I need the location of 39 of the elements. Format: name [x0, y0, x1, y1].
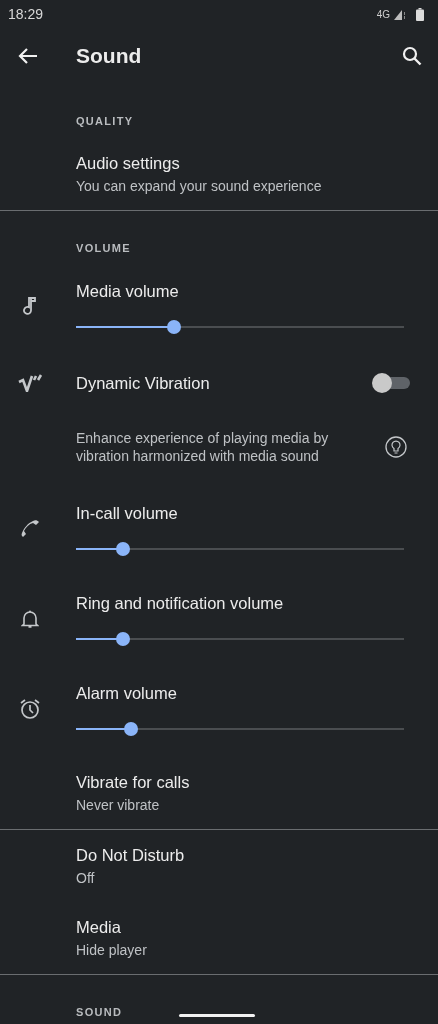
volume-slider[interactable] [76, 542, 404, 556]
slider-thumb[interactable] [167, 320, 182, 334]
signal-icon [393, 8, 407, 20]
phone-icon [20, 519, 40, 539]
section-header: QUALITY [76, 115, 134, 127]
setting-summary: Hide player [76, 942, 148, 958]
volume-label: In-call volume [76, 504, 179, 523]
section-header: VOLUME [76, 242, 131, 254]
volume-slider[interactable] [76, 632, 404, 646]
setting-title[interactable]: Media [76, 918, 404, 937]
setting-summary: You can expand your sound experience [76, 178, 323, 194]
description-text: Enhance experience of playing media by vibration harmonized with media sound [76, 429, 330, 465]
slider-thumb[interactable] [115, 542, 130, 556]
setting-title[interactable]: Vibrate for calls [76, 773, 404, 792]
vibration-icon [17, 374, 43, 392]
network-type: 4G [376, 8, 390, 20]
battery-icon [416, 7, 424, 21]
navigation-handle[interactable] [179, 1014, 255, 1017]
page-title: Sound [76, 44, 143, 68]
setting-title: Dynamic Vibration [76, 373, 210, 393]
setting-summary: Off [76, 870, 96, 886]
setting-title[interactable]: Audio settings [76, 154, 404, 173]
lightbulb-icon[interactable] [385, 436, 407, 458]
back-button[interactable] [18, 47, 38, 65]
alarm-clock-icon [19, 698, 41, 720]
section-header: SOUND [76, 1006, 123, 1018]
setting-title[interactable]: Do Not Disturb [76, 846, 404, 865]
bell-icon [21, 609, 39, 629]
volume-label: Alarm volume [76, 684, 178, 703]
slider-thumb[interactable] [124, 722, 139, 736]
volume-label: Ring and notification volume [76, 594, 285, 613]
volume-slider[interactable] [76, 320, 404, 334]
slider-thumb[interactable] [115, 632, 130, 646]
clock: 18:29 [8, 6, 44, 22]
volume-label: Media volume [76, 282, 180, 301]
search-button[interactable] [402, 46, 422, 66]
volume-slider[interactable] [76, 722, 404, 736]
music-note-icon [23, 297, 37, 317]
setting-summary: Never vibrate [76, 797, 161, 813]
